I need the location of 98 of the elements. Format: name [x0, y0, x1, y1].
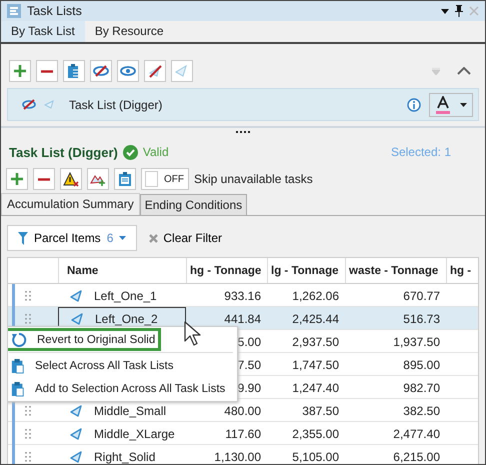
table-cell: 1,130.00 — [214, 450, 261, 464]
text-color-button[interactable] — [429, 92, 473, 116]
drag-handle-icon[interactable] — [25, 428, 31, 440]
minus-icon — [38, 178, 50, 180]
show-button[interactable] — [117, 60, 139, 82]
dropdown-icon[interactable] — [441, 8, 449, 14]
caret-icon — [460, 102, 468, 106]
solid-icon — [70, 404, 84, 416]
eye-icon — [120, 65, 136, 77]
crossed-solid-icon — [148, 64, 162, 78]
name-cell: Middle_Small — [94, 404, 166, 418]
close-icon — [149, 234, 158, 242]
solid-icon — [175, 65, 189, 77]
task-list-title: Task List (Digger) — [9, 144, 118, 160]
remove-button[interactable] — [33, 168, 55, 190]
table-cell: 480.00 — [224, 404, 261, 418]
table-cell: 2,355.00 — [292, 426, 339, 440]
menu-item[interactable]: Revert to Original Solid — [8, 328, 162, 351]
minus-icon — [41, 70, 53, 72]
tab[interactable]: Ending Conditions — [140, 194, 248, 215]
drag-handle-icon[interactable] — [25, 404, 31, 416]
name-cell: Left_One_1 — [94, 288, 157, 302]
table-cell: 1,247.40 — [292, 380, 339, 394]
crossed-eye-icon — [93, 65, 109, 77]
table-cell: 516.73 — [403, 312, 440, 326]
column-header[interactable]: hg - — [446, 258, 478, 283]
clipboard-icon — [11, 358, 25, 374]
name-cell: Left_One_2 — [95, 312, 158, 326]
status-text: Valid — [142, 145, 169, 159]
clipboard-icon — [11, 380, 25, 396]
column-header[interactable]: Name — [58, 258, 186, 283]
terrain-add-button[interactable] — [87, 168, 109, 190]
tab[interactable]: By Resource — [84, 21, 174, 42]
task-list-name: Task List (Digger) — [69, 98, 164, 112]
table-cell: 933.16 — [224, 288, 261, 302]
revert-icon — [11, 332, 27, 348]
solid-icon — [70, 290, 84, 302]
table-cell: 2,937.50 — [292, 334, 339, 348]
clear-filter-button[interactable]: Clear Filter — [149, 231, 222, 245]
table-cell: 6,215.00 — [393, 450, 440, 464]
table-cell: 670.77 — [403, 288, 440, 302]
table-cell: 9.90 — [238, 380, 261, 394]
table-cell: 1,747.50 — [292, 358, 339, 372]
table-cell: 982.70 — [403, 380, 440, 394]
tab[interactable]: Accumulation Summary — [1, 193, 140, 215]
tab[interactable]: By Task List — [1, 21, 85, 42]
clipboard-button[interactable] — [63, 60, 85, 82]
drag-handle-icon[interactable] — [25, 290, 31, 302]
schedule-button[interactable] — [114, 168, 136, 190]
table-cell: 5,105.00 — [292, 450, 339, 464]
filter-icon — [18, 232, 28, 244]
check-icon — [122, 144, 138, 160]
caret-icon — [119, 236, 126, 240]
pin-icon[interactable] — [455, 5, 463, 17]
skip-label: Skip unavailable tasks — [194, 172, 313, 186]
hide-button[interactable] — [90, 60, 112, 82]
table-cell: 7.50 — [238, 358, 261, 372]
table-cell: 1,937.50 — [393, 334, 440, 348]
crossed-eye-icon[interactable] — [22, 99, 36, 110]
plus-icon — [14, 65, 26, 77]
drag-handle-icon[interactable] — [25, 312, 31, 324]
menu-item[interactable]: Add to Selection Across All Task Lists — [8, 377, 232, 400]
add-button[interactable] — [9, 60, 31, 82]
column-header[interactable]: hg - Tonnage — [186, 258, 267, 283]
table-cell: 2,425.44 — [292, 312, 339, 326]
clipboard-icon — [119, 172, 131, 186]
table-cell: 1,262.06 — [292, 288, 339, 302]
solid-icon — [70, 428, 84, 440]
table-cell: 2,477.40 — [393, 426, 440, 440]
skip-toggle[interactable]: OFF — [141, 168, 189, 190]
info-icon[interactable] — [407, 98, 421, 112]
column-header[interactable]: lg - Tonnage — [267, 258, 345, 283]
solid-off-button[interactable] — [144, 60, 166, 82]
collapse-icon[interactable] — [457, 67, 471, 75]
text-color-icon — [434, 96, 451, 114]
remove-button[interactable] — [36, 60, 58, 82]
table-cell: 5.00 — [238, 334, 261, 348]
menu-item[interactable]: Select Across All Task Lists — [8, 354, 180, 377]
app-icon — [7, 4, 21, 18]
plus-icon — [11, 173, 23, 185]
table-cell: 117.60 — [225, 426, 261, 440]
solid-icon — [70, 450, 84, 462]
warning-button[interactable] — [60, 168, 82, 190]
drag-handle-icon[interactable] — [25, 450, 31, 462]
selected-count: Selected: 1 — [390, 145, 451, 159]
name-cell: Right_Solid — [94, 450, 156, 464]
parcel-items-dropdown[interactable]: Parcel Items 6 — [7, 225, 138, 251]
solid-icon — [44, 100, 55, 109]
table-cell: 441.84 — [224, 312, 261, 326]
clipboard-icon — [68, 64, 80, 78]
column-header[interactable]: waste - Tonnage — [345, 258, 446, 283]
name-cell: Middle_XLarge — [94, 426, 175, 440]
table-cell: 382.50 — [403, 404, 440, 418]
window-title: Task Lists — [27, 4, 82, 18]
table-cell: 895.00 — [403, 358, 440, 372]
table-cell: 387.50 — [302, 404, 339, 418]
warning-icon — [63, 172, 79, 186]
add-button[interactable] — [6, 168, 28, 190]
